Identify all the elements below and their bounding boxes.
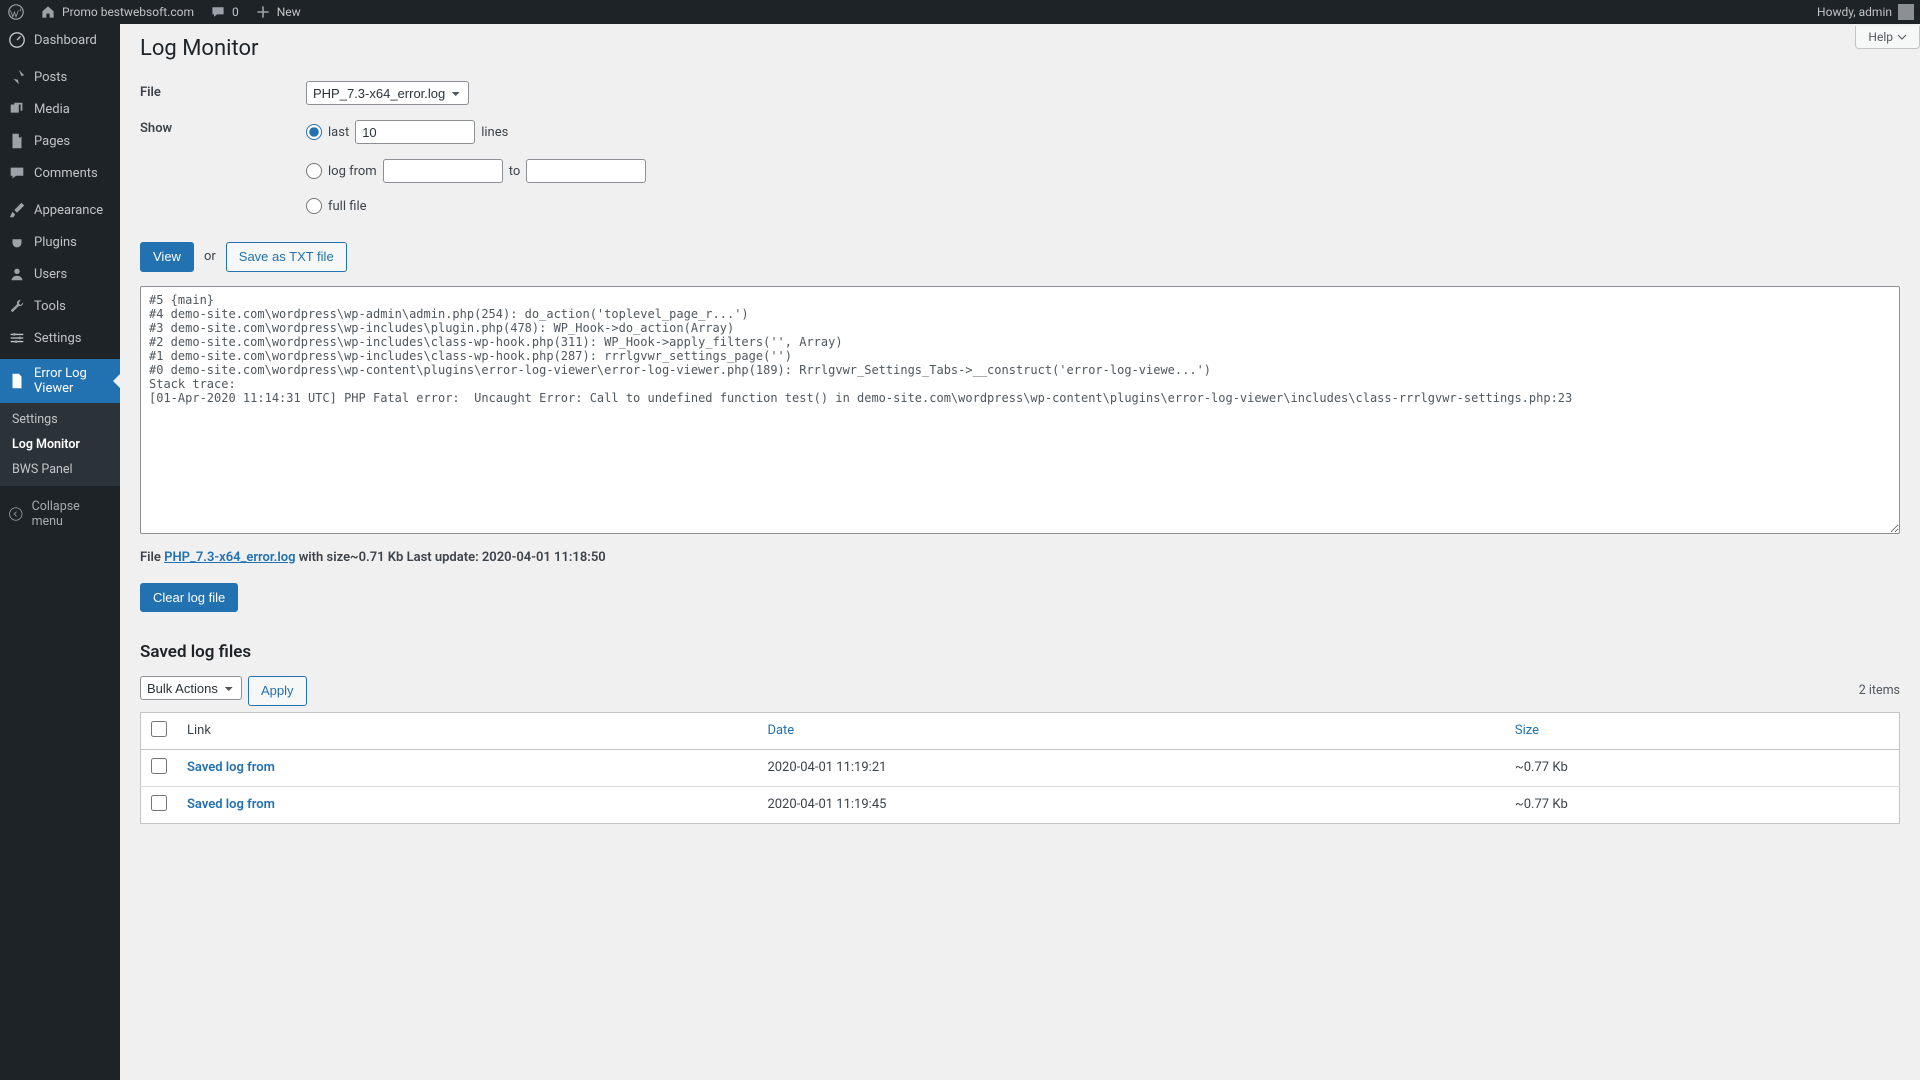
- apply-button[interactable]: Apply: [248, 676, 307, 706]
- view-button[interactable]: View: [140, 242, 194, 272]
- page-title: Log Monitor: [140, 24, 1900, 75]
- collapse-label: Collapse menu: [32, 499, 112, 529]
- home-icon: [40, 4, 56, 20]
- avatar[interactable]: [1898, 4, 1914, 20]
- comment-icon: [8, 164, 26, 182]
- range-to-input[interactable]: [526, 159, 646, 183]
- menu-error-log-viewer[interactable]: Error Log Viewer: [0, 359, 120, 403]
- menu-label: Settings: [34, 331, 81, 346]
- row-date: 2020-04-01 11:19:21: [757, 749, 1504, 786]
- row-size: ~0.77 Kb: [1505, 749, 1900, 786]
- menu-posts[interactable]: Posts: [0, 61, 120, 93]
- file-icon: [8, 372, 26, 390]
- site-name: Promo bestwebsoft.com: [62, 5, 194, 19]
- log-content[interactable]: [140, 286, 1900, 534]
- row-checkbox[interactable]: [151, 758, 167, 774]
- dashboard-icon: [8, 31, 26, 49]
- or-text: or: [204, 249, 216, 264]
- submenu-settings[interactable]: Settings: [0, 407, 120, 432]
- plug-icon: [8, 233, 26, 251]
- menu-plugins[interactable]: Plugins: [0, 226, 120, 258]
- menu-label: Plugins: [34, 235, 77, 250]
- comment-count: 0: [232, 5, 239, 19]
- last-lines-input[interactable]: [355, 120, 475, 144]
- menu-settings[interactable]: Settings: [0, 322, 120, 354]
- opt-last-suffix: lines: [481, 125, 508, 140]
- admin-bar: Promo bestwebsoft.com 0 New Howdy, admin: [0, 0, 1920, 24]
- menu-label: Error Log Viewer: [34, 366, 112, 396]
- comment-icon: [210, 4, 226, 20]
- label-show: Show: [140, 111, 306, 232]
- menu-appearance[interactable]: Appearance: [0, 194, 120, 226]
- page-icon: [8, 132, 26, 150]
- admin-sidebar: Dashboard Posts Media Pages Comments App…: [0, 24, 120, 1080]
- menu-pages[interactable]: Pages: [0, 125, 120, 157]
- menu-comments[interactable]: Comments: [0, 157, 120, 189]
- file-select[interactable]: PHP_7.3-x64_error.log: [306, 81, 469, 105]
- menu-label: Comments: [34, 166, 98, 181]
- howdy-text[interactable]: Howdy, admin: [1817, 5, 1892, 19]
- saved-log-heading: Saved log files: [140, 642, 1900, 662]
- submenu-bws-panel[interactable]: BWS Panel: [0, 457, 120, 482]
- new-content-link[interactable]: New: [247, 0, 309, 24]
- comments-link[interactable]: 0: [202, 0, 247, 24]
- wordpress-icon: [8, 4, 24, 20]
- row-link[interactable]: Saved log from: [187, 760, 275, 775]
- submenu: Settings Log Monitor BWS Panel: [0, 403, 120, 486]
- bulk-actions-select[interactable]: Bulk Actions: [140, 676, 242, 700]
- collapse-icon: [8, 506, 24, 522]
- opt-last-label: last: [328, 125, 349, 140]
- menu-label: Users: [34, 267, 67, 282]
- row-checkbox[interactable]: [151, 795, 167, 811]
- row-link[interactable]: Saved log from: [187, 797, 275, 812]
- col-link: Link: [177, 712, 757, 749]
- table-row: Saved log from 2020-04-01 11:19:45 ~0.77…: [141, 786, 1900, 823]
- chevron-down-icon: [1897, 32, 1907, 42]
- saved-log-table: Link Date Size Saved log from 2020-04-01…: [140, 712, 1900, 824]
- col-date[interactable]: Date: [757, 712, 1504, 749]
- menu-label: Media: [34, 102, 70, 117]
- brush-icon: [8, 201, 26, 219]
- items-count: 2 items: [1859, 683, 1900, 698]
- select-all-checkbox[interactable]: [151, 721, 167, 737]
- radio-last[interactable]: [306, 124, 322, 140]
- col-size[interactable]: Size: [1505, 712, 1900, 749]
- menu-dashboard[interactable]: Dashboard: [0, 24, 120, 56]
- table-row: Saved log from 2020-04-01 11:19:21 ~0.77…: [141, 749, 1900, 786]
- collapse-menu[interactable]: Collapse menu: [0, 491, 120, 537]
- menu-tools[interactable]: Tools: [0, 290, 120, 322]
- pin-icon: [8, 68, 26, 86]
- wp-logo[interactable]: [0, 0, 32, 24]
- file-info: File PHP_7.3-x64_error.log with size~0.7…: [140, 550, 1900, 565]
- opt-full-label: full file: [328, 199, 367, 214]
- opt-range-to: to: [509, 164, 521, 179]
- menu-media[interactable]: Media: [0, 93, 120, 125]
- submenu-log-monitor[interactable]: Log Monitor: [0, 432, 120, 457]
- opt-range-label: log from: [328, 164, 377, 179]
- clear-log-button[interactable]: Clear log file: [140, 583, 238, 613]
- radio-range[interactable]: [306, 163, 322, 179]
- sliders-icon: [8, 329, 26, 347]
- row-date: 2020-04-01 11:19:45: [757, 786, 1504, 823]
- save-txt-button[interactable]: Save as TXT file: [226, 242, 347, 272]
- menu-label: Tools: [34, 299, 66, 314]
- user-icon: [8, 265, 26, 283]
- wrench-icon: [8, 297, 26, 315]
- media-icon: [8, 100, 26, 118]
- menu-users[interactable]: Users: [0, 258, 120, 290]
- new-label: New: [277, 5, 301, 19]
- site-home-link[interactable]: Promo bestwebsoft.com: [32, 0, 202, 24]
- radio-full[interactable]: [306, 198, 322, 214]
- row-size: ~0.77 Kb: [1505, 786, 1900, 823]
- menu-label: Posts: [34, 70, 67, 85]
- plus-icon: [255, 4, 271, 20]
- menu-label: Appearance: [34, 203, 103, 218]
- menu-label: Dashboard: [34, 33, 97, 48]
- file-info-link[interactable]: PHP_7.3-x64_error.log: [164, 550, 295, 565]
- help-label: Help: [1868, 30, 1893, 44]
- label-file: File: [140, 75, 306, 111]
- range-from-input[interactable]: [383, 159, 503, 183]
- help-tab[interactable]: Help: [1855, 26, 1920, 49]
- menu-label: Pages: [34, 134, 70, 149]
